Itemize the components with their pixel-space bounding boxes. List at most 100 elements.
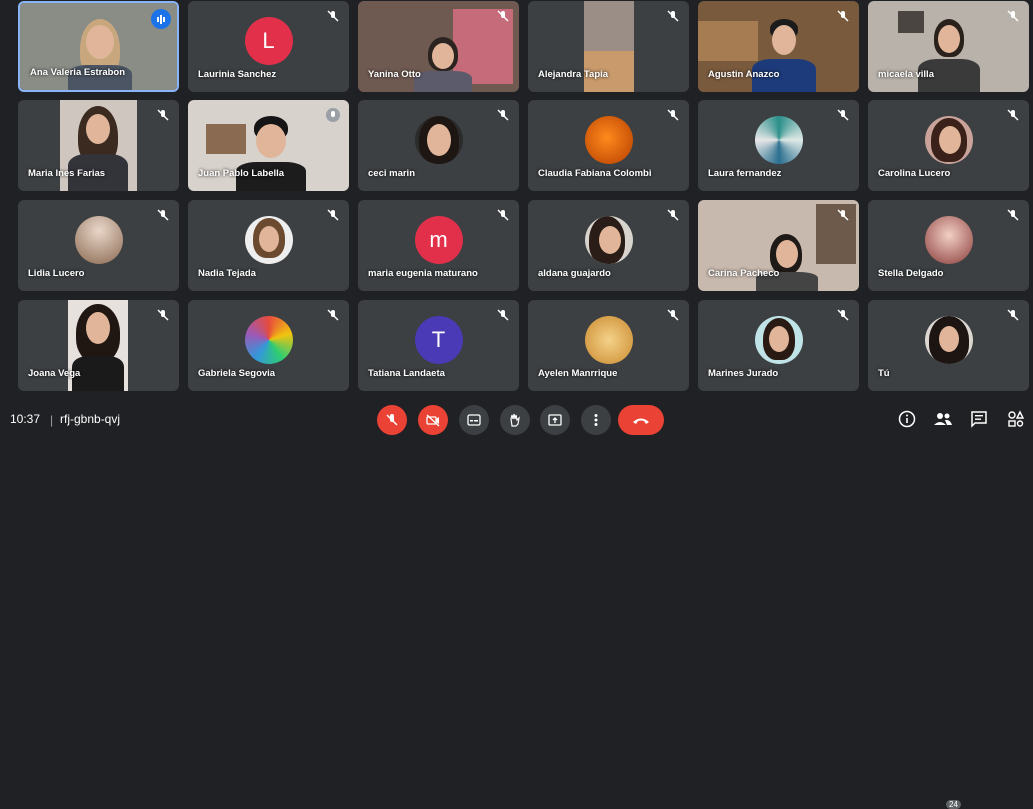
participant-avatar: T — [414, 316, 463, 365]
mic-off-icon — [837, 109, 849, 121]
activities-button[interactable] — [1005, 408, 1027, 430]
participant-grid: Ana Valeria Estrabon L Laurinia Sanchez … — [18, 0, 1029, 392]
participant-name: Alejandra Tapia — [538, 69, 609, 80]
mic-off-icon — [327, 10, 339, 22]
info-icon — [898, 410, 916, 428]
mic-off-icon — [327, 209, 339, 221]
meeting-code: rfj-gbnb-qvj — [60, 412, 121, 426]
participant-tile[interactable]: Carina Pacheco — [698, 200, 859, 291]
mic-off-icon — [667, 109, 679, 121]
meeting-time: 10:37 — [10, 412, 41, 426]
participant-name: Ayelen Manrrique — [538, 368, 618, 379]
participant-name: Ana Valeria Estrabon — [30, 67, 126, 78]
mic-off-icon — [1007, 10, 1019, 22]
participant-name: Tatiana Landaeta — [368, 368, 445, 379]
participant-tile[interactable]: Joana Vega — [18, 300, 179, 391]
participant-avatar — [924, 216, 973, 265]
participant-tile[interactable]: m maria eugenia maturano — [358, 200, 519, 291]
participant-name: Yanina Otto — [368, 69, 421, 80]
participant-name: Carolina Lucero — [878, 168, 951, 179]
present-now-button[interactable] — [540, 405, 570, 435]
participant-name: Nadia Tejada — [198, 268, 256, 279]
mic-off-icon — [837, 309, 849, 321]
participant-tile[interactable]: aldana guajardo — [528, 200, 689, 291]
participant-tile[interactable]: Juan Pablo Labella — [188, 100, 349, 191]
participant-avatar: L — [244, 17, 293, 66]
participant-tile[interactable]: Tú — [868, 300, 1029, 391]
participant-tile[interactable]: Ana Valeria Estrabon — [18, 1, 179, 92]
participant-count-badge: 24 — [946, 800, 961, 809]
speaking-indicator-icon — [151, 9, 171, 29]
participant-tile[interactable]: Carolina Lucero — [868, 100, 1029, 191]
participant-name: maria eugenia maturano — [368, 268, 478, 279]
mic-off-icon — [497, 309, 509, 321]
toggle-camera-button[interactable] — [418, 405, 448, 435]
mic-off-icon — [667, 10, 679, 22]
mic-off-icon — [1007, 209, 1019, 221]
participant-tile[interactable]: ceci marin — [358, 100, 519, 191]
participant-tile[interactable]: T Tatiana Landaeta — [358, 300, 519, 391]
participant-tile[interactable]: Lidia Lucero — [18, 200, 179, 291]
people-icon — [934, 413, 952, 425]
captions-button[interactable] — [459, 405, 489, 435]
participant-avatar — [244, 216, 293, 265]
participant-name: Gabriela Segovia — [198, 368, 276, 379]
participant-tile[interactable]: Stella Delgado — [868, 200, 1029, 291]
participant-tile[interactable]: Agustin Anazco — [698, 1, 859, 92]
participant-name: Stella Delgado — [878, 268, 944, 279]
leave-call-button[interactable] — [618, 405, 664, 435]
meeting-details-button[interactable] — [896, 408, 918, 430]
more-options-button[interactable] — [581, 405, 611, 435]
participant-tile[interactable]: Gabriela Segovia — [188, 300, 349, 391]
participant-tile[interactable]: micaela villa — [868, 1, 1029, 92]
participant-avatar — [924, 116, 973, 165]
participant-name: Juan Pablo Labella — [198, 168, 285, 179]
participant-avatar — [244, 316, 293, 365]
participant-tile[interactable]: Marines Jurado — [698, 300, 859, 391]
mic-off-icon — [157, 309, 169, 321]
bottom-control-bar: 10:37 | rfj-gbnb-qvj 24 — [0, 400, 1033, 809]
mic-off-icon — [157, 209, 169, 221]
participant-avatar — [754, 116, 803, 165]
participant-tile[interactable]: Alejandra Tapia — [528, 1, 689, 92]
captions-icon — [467, 414, 481, 426]
participant-tile[interactable]: Ayelen Manrrique — [528, 300, 689, 391]
participant-name: Tú — [878, 368, 890, 379]
raise-hand-button[interactable] — [500, 405, 530, 435]
camera-off-icon — [426, 414, 440, 427]
participant-tile[interactable]: L Laurinia Sanchez — [188, 1, 349, 92]
mic-off-icon — [326, 108, 340, 122]
participant-avatar: m — [414, 216, 463, 265]
participant-tile[interactable]: Yanina Otto — [358, 1, 519, 92]
show-everyone-button[interactable] — [932, 408, 954, 430]
mic-off-icon — [667, 309, 679, 321]
mic-off-icon — [497, 109, 509, 121]
participant-avatar — [584, 316, 633, 365]
hangup-icon — [633, 418, 649, 424]
mic-off-icon — [386, 414, 398, 426]
participant-tile[interactable]: Laura fernandez — [698, 100, 859, 191]
participant-avatar — [924, 316, 973, 365]
participant-avatar — [74, 216, 123, 265]
mic-off-icon — [327, 309, 339, 321]
participant-name: ceci marin — [368, 168, 415, 179]
mic-off-icon — [497, 10, 509, 22]
participant-name: Agustin Anazco — [708, 69, 780, 80]
participant-name: aldana guajardo — [538, 268, 611, 279]
participant-name: Claudia Fabiana Colombi — [538, 168, 652, 179]
participant-tile[interactable]: Claudia Fabiana Colombi — [528, 100, 689, 191]
participant-avatar — [414, 116, 463, 165]
participant-name: Joana Vega — [28, 368, 81, 379]
present-icon — [548, 414, 562, 426]
activities-icon — [1008, 410, 1025, 427]
chat-button[interactable] — [968, 408, 990, 430]
mic-off-icon — [497, 209, 509, 221]
raise-hand-icon — [510, 413, 520, 427]
participant-avatar — [584, 216, 633, 265]
participant-name: Laurinia Sanchez — [198, 69, 277, 80]
toggle-mic-button[interactable] — [377, 405, 407, 435]
participant-tile[interactable]: Nadia Tejada — [188, 200, 349, 291]
participant-tile[interactable]: Maria Ines Farias — [18, 100, 179, 191]
separator: | — [50, 413, 54, 427]
more-options-icon — [594, 414, 598, 426]
